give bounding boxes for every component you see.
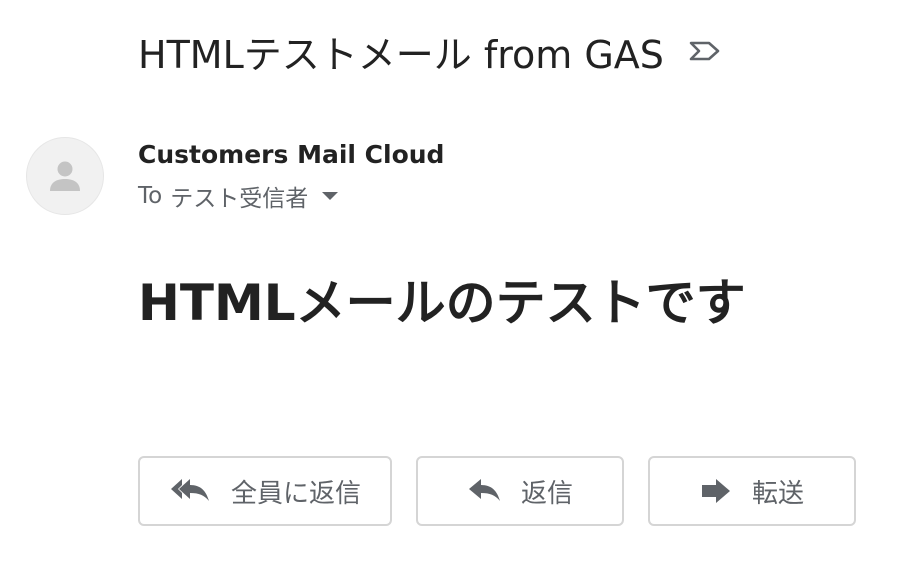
recipient-row: To テスト受信者 [138, 180, 339, 212]
reply-all-button[interactable]: 全員に返信 [138, 456, 392, 526]
message-body-heading: HTMLメールのテストです [138, 274, 746, 332]
sender-name[interactable]: Customers Mail Cloud [138, 140, 444, 169]
recipient-name: テスト受信者 [170, 186, 309, 212]
person-avatar-icon [50, 161, 80, 191]
email-subject: HTMLテストメール from GAS [138, 32, 664, 77]
forward-button[interactable]: 転送 [648, 456, 856, 526]
reply-icon [467, 476, 501, 506]
forward-label: 転送 [751, 478, 804, 509]
reply-label: 返信 [520, 478, 573, 509]
label-outline-icon[interactable] [688, 39, 722, 63]
forward-icon [700, 476, 732, 506]
recipient-details-dropdown-icon[interactable] [322, 192, 339, 200]
reply-button[interactable]: 返信 [416, 456, 624, 526]
recipient-prefix: To [138, 183, 163, 209]
reply-all-label: 全員に返信 [230, 478, 361, 509]
subject-row: HTMLテストメール from GAS [138, 26, 722, 77]
email-view: HTMLテストメール from GAS Customers Mail Cloud… [0, 0, 914, 580]
sender-avatar[interactable] [26, 137, 104, 215]
reply-all-icon [169, 476, 211, 506]
